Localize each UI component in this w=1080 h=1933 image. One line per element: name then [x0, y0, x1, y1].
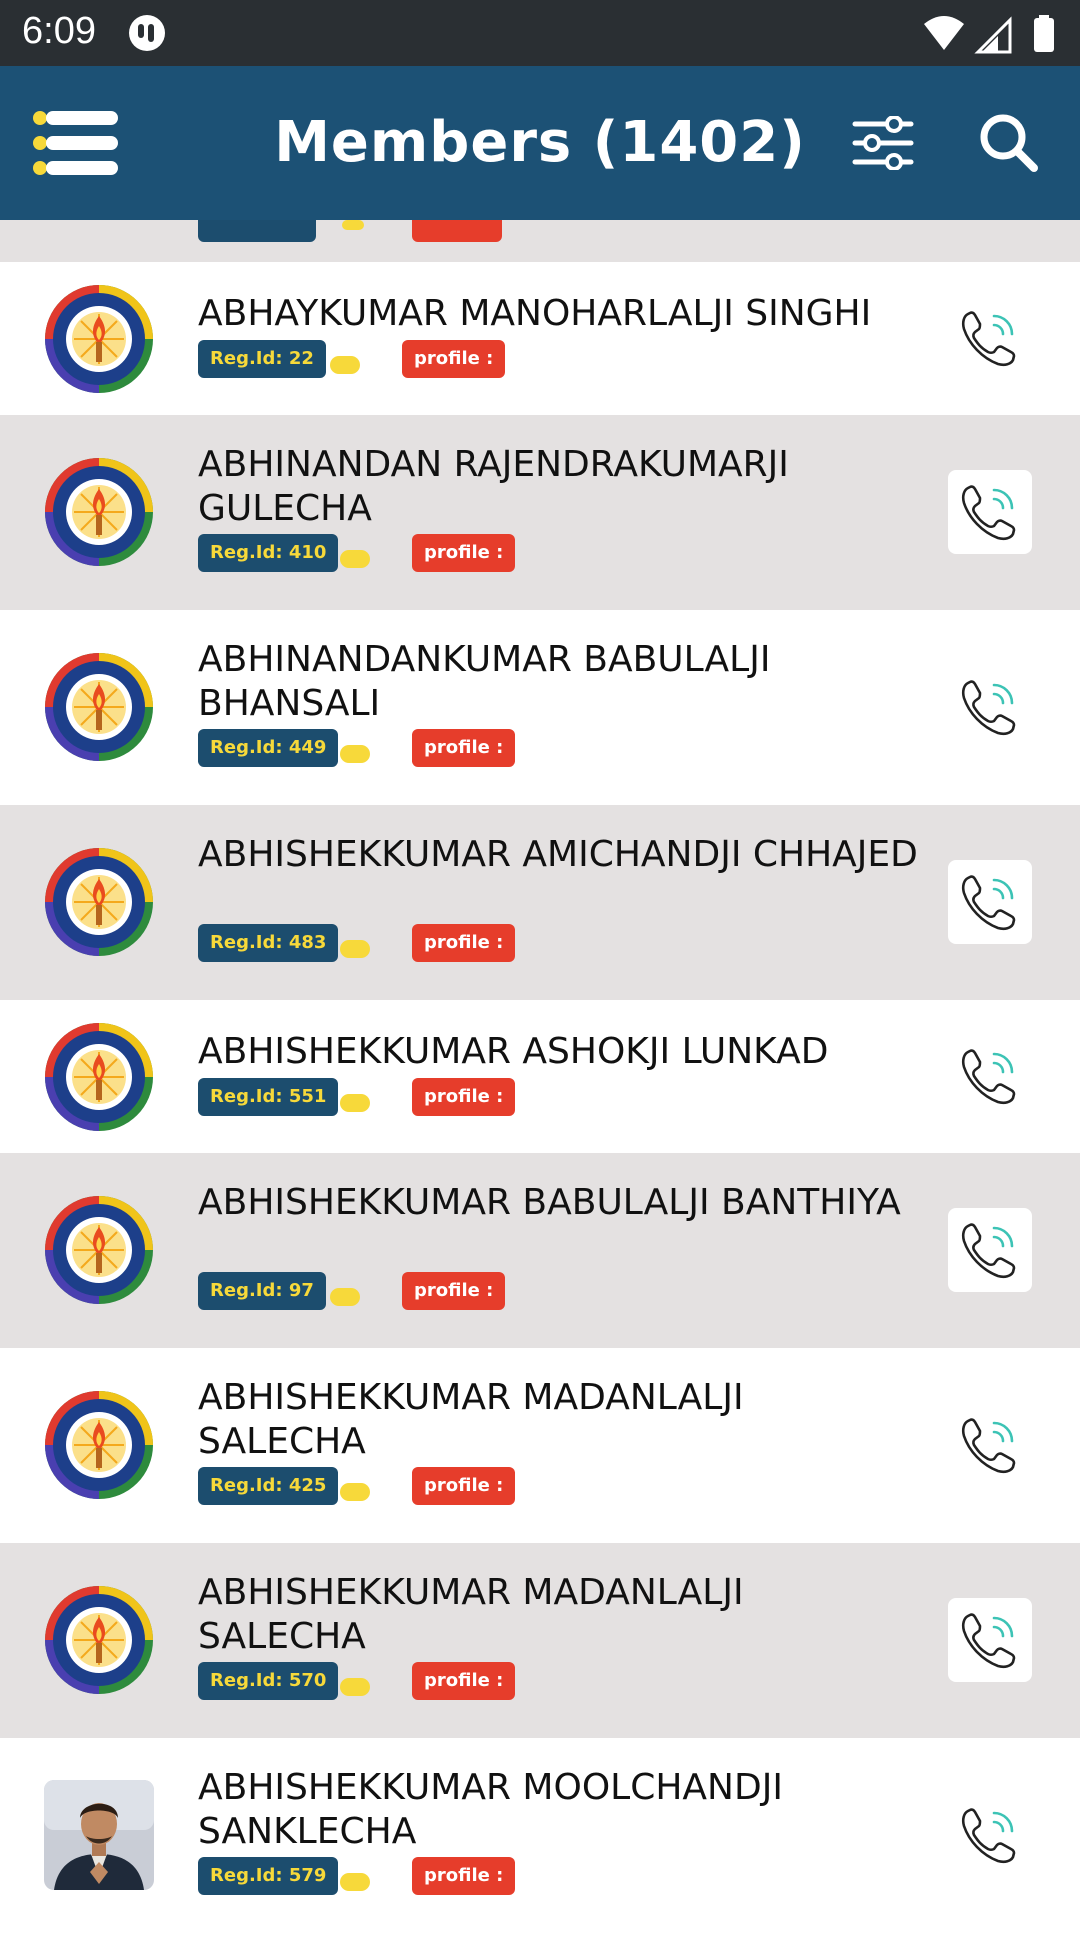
reg-id-badge: Reg.Id: 483 [198, 924, 339, 962]
phone-icon [954, 1604, 1026, 1676]
status-dot [330, 356, 360, 374]
reg-id-badge: Reg.Id: 410 [198, 534, 339, 572]
avatar-photo [44, 1780, 154, 1890]
list-item[interactable]: ABHISHEKKUMAR MADANLALJI SALECHA Reg.Id:… [0, 1348, 1080, 1543]
phone-icon [954, 1040, 1026, 1112]
avatar [44, 457, 154, 567]
profile-badge[interactable]: profile : [402, 1272, 506, 1310]
call-button[interactable] [948, 1034, 1032, 1118]
list-item[interactable]: ABHISHEKKUMAR MADANLALJI SALECHA Reg.Id:… [0, 1543, 1080, 1738]
phone-icon [954, 866, 1026, 938]
list-item[interactable]: ABHINANDANKUMAR BABULALJI BHANSALI Reg.I… [0, 610, 1080, 805]
avatar [44, 284, 154, 394]
member-name: ABHINANDAN RAJENDRAKUMARJI GULECHA [198, 444, 789, 529]
member-name: ABHISHEKKUMAR MOOLCHANDJI SANKLECHA [198, 1767, 783, 1852]
profile-badge[interactable]: profile : [412, 924, 516, 962]
profile-badge[interactable]: profile : [402, 340, 506, 378]
profile-badge[interactable]: profile : [412, 1078, 516, 1116]
reg-id-badge: Reg.Id: 425 [198, 1467, 339, 1505]
avatar [44, 847, 154, 957]
status-dot [340, 940, 370, 958]
status-dot [340, 1678, 370, 1696]
call-button[interactable] [948, 470, 1032, 554]
status-dot [340, 745, 370, 763]
status-icons [924, 15, 1054, 54]
member-name: ABHISHEKKUMAR MADANLALJI SALECHA [198, 1572, 744, 1657]
profile-badge[interactable]: profile : [412, 729, 516, 767]
reg-id-badge: Reg.Id: 449 [198, 729, 339, 767]
profile-badge[interactable]: profile : [412, 1467, 516, 1505]
reg-id-badge: Reg.Id: 570 [198, 1662, 339, 1700]
status-dot [340, 1483, 370, 1501]
list-item[interactable]: ABHISHEKKUMAR MOOLCHANDJI SANKLECHA Reg.… [0, 1738, 1080, 1933]
list-item[interactable]: ABHINANDAN RAJENDRAKUMARJI GULECHA Reg.I… [0, 415, 1080, 610]
reg-id-badge: Reg.Id: 551 [198, 1078, 339, 1116]
member-name: ABHISHEKKUMAR MADANLALJI SALECHA [198, 1377, 744, 1462]
call-button[interactable] [948, 1793, 1032, 1877]
status-dot [340, 1094, 370, 1112]
list-item[interactable]: ABHISHEKKUMAR ASHOKJI LUNKAD Reg.Id: 551… [0, 1000, 1080, 1153]
profile-badge[interactable]: profile : [412, 1662, 516, 1700]
phone-icon [954, 476, 1026, 548]
list-item[interactable]: ABHAYKUMAR MANOHARLALJI SINGHI Reg.Id: 2… [0, 262, 1080, 415]
member-name: ABHISHEKKUMAR ASHOKJI LUNKAD [198, 1031, 829, 1072]
phone-icon [954, 1214, 1026, 1286]
avatar [44, 1585, 154, 1695]
status-dot [330, 1288, 360, 1306]
call-button[interactable] [948, 1403, 1032, 1487]
member-name: ABHINANDANKUMAR BABULALJI BHANSALI [198, 639, 771, 724]
reg-id-badge: Reg.Id: 97 [198, 1272, 326, 1310]
call-button[interactable] [948, 1208, 1032, 1292]
reg-id-badge: Reg.Id: 579 [198, 1857, 339, 1895]
wifi-icon [924, 16, 964, 50]
list-item[interactable]: ABHISHEKKUMAR AMICHANDJI CHHAJED Reg.Id:… [0, 805, 1080, 1000]
phone-icon [954, 1799, 1026, 1871]
list-item[interactable]: ABHISHEKKUMAR BABULALJI BANTHIYA Reg.Id:… [0, 1153, 1080, 1348]
call-button[interactable] [948, 665, 1032, 749]
members-list[interactable]: ABHAYKUMAR MANOHARLALJI SINGHI Reg.Id: 2… [0, 220, 1080, 1933]
phone-icon [954, 302, 1026, 374]
avatar [44, 1390, 154, 1500]
app-bar: Members (1402) [0, 66, 1080, 220]
phone-icon [954, 1409, 1026, 1481]
call-button[interactable] [948, 1598, 1032, 1682]
reg-id-badge: Reg.Id: 22 [198, 340, 326, 378]
avatar [44, 1195, 154, 1305]
notification-app-icon [129, 15, 165, 51]
status-dot [340, 550, 370, 568]
profile-badge[interactable]: profile : [412, 534, 516, 572]
status-dot [340, 1873, 370, 1891]
avatar [44, 1022, 154, 1132]
phone-icon [954, 671, 1026, 743]
avatar [44, 652, 154, 762]
status-bar: 6:09 [0, 0, 1080, 66]
member-name: ABHAYKUMAR MANOHARLALJI SINGHI [198, 293, 872, 334]
page-title: Members (1402) [274, 110, 806, 175]
status-time: 6:09 [22, 10, 96, 52]
call-button[interactable] [948, 296, 1032, 380]
filter-icon[interactable] [852, 116, 914, 170]
battery-icon [1034, 18, 1054, 52]
search-icon[interactable] [978, 112, 1040, 174]
member-name: ABHISHEKKUMAR BABULALJI BANTHIYA [198, 1182, 901, 1223]
call-button[interactable] [948, 860, 1032, 944]
list-item-partial [0, 220, 1080, 262]
profile-badge[interactable]: profile : [412, 1857, 516, 1895]
member-name: ABHISHEKKUMAR AMICHANDJI CHHAJED [198, 834, 918, 875]
